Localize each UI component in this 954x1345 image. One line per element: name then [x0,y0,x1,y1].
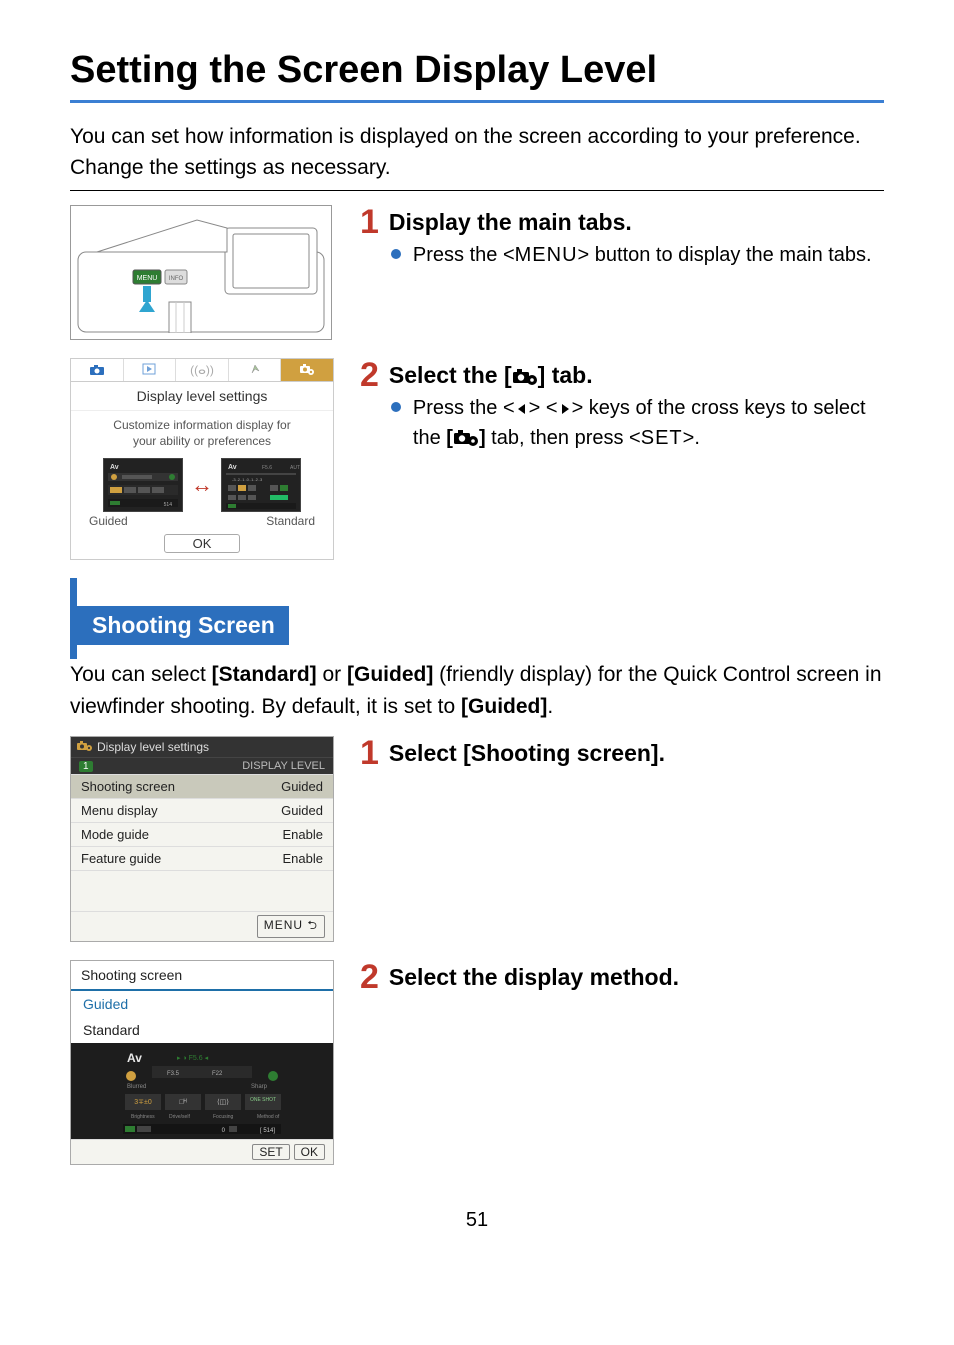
right-arrow-icon [558,402,572,416]
display-level-settings-preview: ((ⴰ)) Display level settings Customize i… [70,358,334,561]
svg-text:ONE SHOT: ONE SHOT [250,1097,276,1103]
camera-illustration: MENU INFO [70,205,332,340]
tab-camera [71,359,124,381]
ss-option-guided: Guided [71,991,333,1017]
dl-desc: Customize information display for your a… [71,411,333,455]
svg-text:MENU: MENU [137,275,158,282]
tab-playback [124,359,177,381]
svg-text:Method of: Method of [257,1114,280,1120]
page-title: Setting the Screen Display Level [70,48,884,94]
shooting-screen-select-screenshot: Shooting screen Guided Standard Av ▸ ◑ F… [70,960,334,1165]
display-level-menu-screenshot: Display level settings 1 DISPLAY LEVEL S… [70,736,334,942]
bottom-step-heading-1: Select [Shooting screen]. [389,740,884,767]
step-number-2: 2 [360,358,379,392]
intro-rule [70,190,884,191]
page-number: 51 [70,1209,884,1232]
svg-text:3∓±0: 3∓±0 [134,1099,152,1106]
swap-arrow-icon: ↔ [191,472,213,498]
svg-text:Av: Av [228,464,237,471]
camera-gear-icon [453,428,479,446]
bottom-step-number-1: 1 [360,736,379,770]
intro-text: You can set how information is displayed… [70,121,884,184]
set-key-label: SET [641,427,683,449]
title-underline [70,100,884,103]
dl-title: Display level settings [71,382,333,411]
subsection-heading: Shooting Screen [77,606,289,645]
menu-sub-badge: 1 [79,761,93,772]
step-heading-1: Display the main tabs. [389,209,884,236]
standard-preview-thumb: Av F5.6 AUTO -3..2..1..0..1..2..3 [221,458,301,512]
ss-foot-ok: OK [294,1144,325,1160]
menu-foot-button: MENU ⮌ [257,915,325,938]
svg-text:⟨◫⟩: ⟨◫⟩ [217,1098,229,1106]
camera-gear-icon [77,740,93,754]
svg-text:[ 514]: [ 514] [260,1128,275,1134]
svg-text:Av: Av [110,464,119,471]
step-1-bullet: Press the <MENU> button to display the m… [389,240,884,270]
tab-display-level [281,359,333,381]
svg-text:F5.6: F5.6 [262,465,272,471]
svg-text:514: 514 [164,502,173,508]
svg-text:F3.5: F3.5 [167,1071,180,1077]
step-number-1: 1 [360,205,379,239]
guided-preview-thumb: Av 514 [103,458,183,512]
svg-text:Sharp: Sharp [251,1084,268,1090]
tab-wireless: ((ⴰ)) [176,359,229,381]
svg-text:▸ ◑ F5.6 ◂: ▸ ◑ F5.6 ◂ [177,1055,209,1062]
svg-text:Focusing: Focusing [213,1114,234,1120]
ss-foot-set: SET [252,1144,289,1160]
subsection-notch [70,578,77,659]
guided-preview-large: Av ▸ ◑ F5.6 ◂ F3.5 F22 Blurred Sharp 3∓±… [71,1043,333,1139]
camera-gear-icon [512,367,538,385]
menu-sub-right: DISPLAY LEVEL [242,760,325,772]
svg-text:Av: Av [127,1051,142,1065]
guided-label: Guided [89,514,128,528]
menu-title: Display level settings [97,740,209,754]
bottom-step-heading-2: Select the display method. [389,964,884,991]
menu-key-label: MENU [515,244,578,266]
main-tabs-row: ((ⴰ)) [71,359,333,382]
svg-text:□ᴴ: □ᴴ [179,1099,186,1106]
menu-row-shooting-screen: Shooting screenGuided [71,774,333,798]
tab-setup [229,359,282,381]
dl-ok-button: OK [164,534,241,553]
standard-label: Standard [266,514,315,528]
ss-option-standard: Standard [71,1017,333,1043]
left-arrow-icon [515,402,529,416]
svg-text:F22: F22 [212,1071,223,1077]
ss-title: Shooting screen [71,961,333,989]
subsection-intro: You can select [Standard] or [Guided] (f… [70,659,884,722]
svg-text:AUTO: AUTO [290,465,300,471]
svg-text:INFO: INFO [169,276,184,282]
bottom-step-number-2: 2 [360,960,379,994]
menu-row-mode-guide: Mode guideEnable [71,822,333,846]
svg-text:Blurred: Blurred [127,1084,146,1090]
svg-text:Drive/self: Drive/self [169,1114,190,1120]
menu-row-feature-guide: Feature guideEnable [71,846,333,870]
svg-text:Brightness: Brightness [131,1114,155,1120]
step-2-bullet: Press the <> <> keys of the cross keys t… [389,393,884,453]
step-heading-2: Select the [] tab. [389,362,884,389]
menu-row-menu-display: Menu displayGuided [71,798,333,822]
svg-text:-3..2..1..0..1..2..3: -3..2..1..0..1..2..3 [232,477,263,482]
